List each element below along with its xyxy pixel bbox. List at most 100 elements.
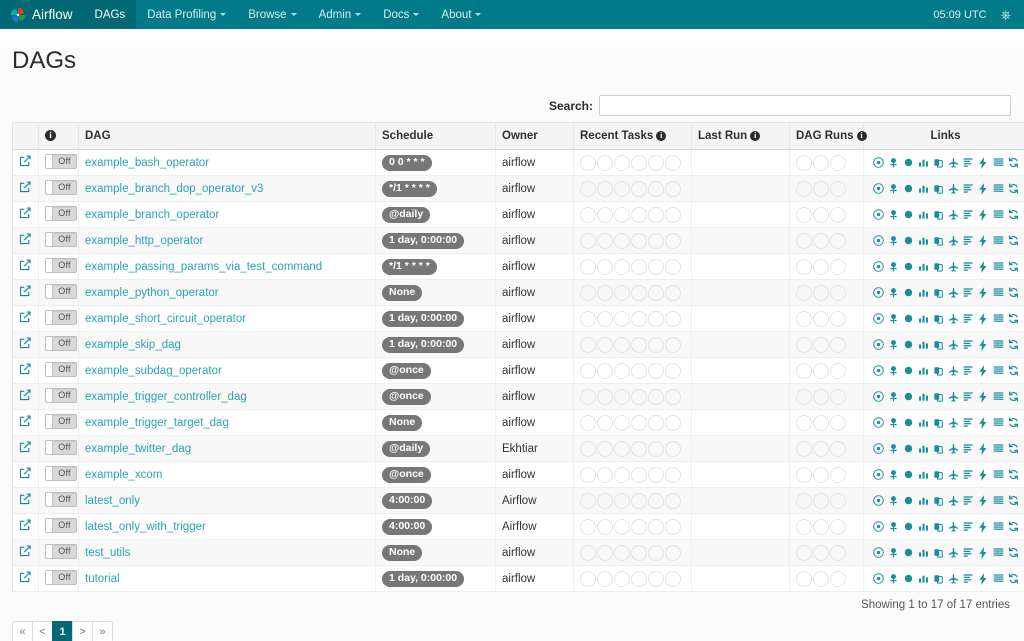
- tree-view-icon[interactable]: [888, 261, 899, 273]
- dag-pause-toggle[interactable]: Off: [45, 310, 77, 325]
- status-circle[interactable]: [580, 570, 596, 587]
- trigger-dag-icon[interactable]: [872, 391, 884, 403]
- status-circle[interactable]: [614, 232, 630, 249]
- status-circle[interactable]: [830, 440, 846, 457]
- logs-icon[interactable]: [993, 365, 1004, 377]
- status-circle[interactable]: [648, 154, 664, 171]
- page-button-0[interactable]: «: [12, 621, 33, 641]
- task-duration-icon[interactable]: [918, 261, 929, 273]
- edit-dag-icon[interactable]: [19, 363, 31, 375]
- status-circle[interactable]: [580, 440, 596, 457]
- logs-icon[interactable]: [993, 235, 1004, 247]
- status-circle[interactable]: [813, 570, 829, 587]
- task-tries-icon[interactable]: [933, 443, 944, 455]
- status-circle[interactable]: [648, 492, 664, 509]
- task-duration-icon[interactable]: [918, 443, 929, 455]
- status-circle[interactable]: [796, 310, 812, 327]
- trigger-dag-icon[interactable]: [872, 235, 884, 247]
- edit-dag-icon[interactable]: [19, 155, 31, 167]
- status-circle[interactable]: [631, 154, 647, 171]
- trigger-dag-icon[interactable]: [872, 261, 884, 273]
- info-icon[interactable]: i: [45, 130, 56, 141]
- status-circle[interactable]: [631, 284, 647, 301]
- logs-icon[interactable]: [993, 261, 1004, 273]
- status-circle[interactable]: [597, 180, 613, 197]
- status-circle[interactable]: [796, 258, 812, 275]
- task-duration-icon[interactable]: [918, 365, 929, 377]
- status-circle[interactable]: [796, 232, 812, 249]
- dag-pause-toggle[interactable]: Off: [45, 388, 77, 403]
- status-circle[interactable]: [830, 258, 846, 275]
- dag-pause-toggle[interactable]: Off: [45, 544, 77, 559]
- trigger-dag-icon[interactable]: [872, 287, 884, 299]
- status-circle[interactable]: [830, 570, 846, 587]
- edit-dag-icon[interactable]: [19, 337, 31, 349]
- status-circle[interactable]: [631, 570, 647, 587]
- dag-pause-toggle[interactable]: Off: [45, 232, 77, 247]
- tree-view-icon[interactable]: [888, 417, 899, 429]
- status-circle[interactable]: [631, 258, 647, 275]
- status-circle[interactable]: [813, 310, 829, 327]
- logs-icon[interactable]: [993, 209, 1004, 221]
- status-circle[interactable]: [665, 518, 681, 535]
- status-circle[interactable]: [597, 310, 613, 327]
- refresh-icon[interactable]: [1008, 235, 1019, 247]
- status-circle[interactable]: [813, 492, 829, 509]
- code-icon[interactable]: [978, 416, 989, 429]
- status-circle[interactable]: [614, 570, 630, 587]
- landing-times-icon[interactable]: [948, 547, 959, 559]
- task-duration-icon[interactable]: [918, 469, 929, 481]
- status-circle[interactable]: [597, 570, 613, 587]
- landing-times-icon[interactable]: [948, 391, 959, 403]
- gantt-icon[interactable]: [963, 157, 974, 169]
- logs-icon[interactable]: [993, 521, 1004, 533]
- status-circle[interactable]: [665, 388, 681, 405]
- trigger-dag-icon[interactable]: [872, 547, 884, 559]
- col-schedule[interactable]: Schedule: [375, 122, 496, 150]
- code-icon[interactable]: [978, 442, 989, 455]
- gantt-icon[interactable]: [963, 443, 974, 455]
- refresh-icon[interactable]: [1008, 547, 1019, 559]
- status-circle[interactable]: [665, 544, 681, 561]
- dag-link[interactable]: latest_only: [85, 495, 140, 507]
- edit-dag-icon[interactable]: [19, 311, 31, 323]
- status-circle[interactable]: [631, 362, 647, 379]
- status-circle[interactable]: [796, 466, 812, 483]
- task-duration-icon[interactable]: [918, 313, 929, 325]
- status-circle[interactable]: [631, 414, 647, 431]
- nav-item-browse[interactable]: Browse: [237, 0, 307, 29]
- code-icon[interactable]: [978, 234, 989, 247]
- gantt-icon[interactable]: [963, 547, 974, 559]
- trigger-dag-icon[interactable]: [872, 469, 884, 481]
- refresh-icon[interactable]: [1008, 391, 1019, 403]
- task-tries-icon[interactable]: [933, 469, 944, 481]
- dag-link[interactable]: example_skip_dag: [85, 339, 181, 351]
- status-circle[interactable]: [665, 492, 681, 509]
- status-circle[interactable]: [813, 284, 829, 301]
- status-circle[interactable]: [614, 388, 630, 405]
- refresh-icon[interactable]: [1008, 443, 1019, 455]
- graph-view-icon[interactable]: [903, 495, 914, 507]
- status-circle[interactable]: [597, 440, 613, 457]
- landing-times-icon[interactable]: [948, 261, 959, 273]
- info-icon[interactable]: i: [856, 131, 867, 141]
- status-circle[interactable]: [631, 492, 647, 509]
- logs-icon[interactable]: [993, 287, 1004, 299]
- status-circle[interactable]: [614, 492, 630, 509]
- dag-pause-toggle[interactable]: Off: [45, 518, 77, 533]
- status-circle[interactable]: [813, 180, 829, 197]
- page-button-1[interactable]: <: [32, 621, 53, 641]
- refresh-icon[interactable]: [1008, 313, 1019, 325]
- status-circle[interactable]: [648, 206, 664, 223]
- status-circle[interactable]: [580, 466, 596, 483]
- task-tries-icon[interactable]: [933, 365, 944, 377]
- task-duration-icon[interactable]: [918, 391, 929, 403]
- status-circle[interactable]: [597, 518, 613, 535]
- status-circle[interactable]: [597, 284, 613, 301]
- trigger-dag-icon[interactable]: [872, 495, 884, 507]
- task-duration-icon[interactable]: [918, 547, 929, 559]
- graph-view-icon[interactable]: [903, 365, 914, 377]
- status-circle[interactable]: [580, 544, 596, 561]
- edit-dag-icon[interactable]: [19, 441, 31, 453]
- trigger-dag-icon[interactable]: [872, 313, 884, 325]
